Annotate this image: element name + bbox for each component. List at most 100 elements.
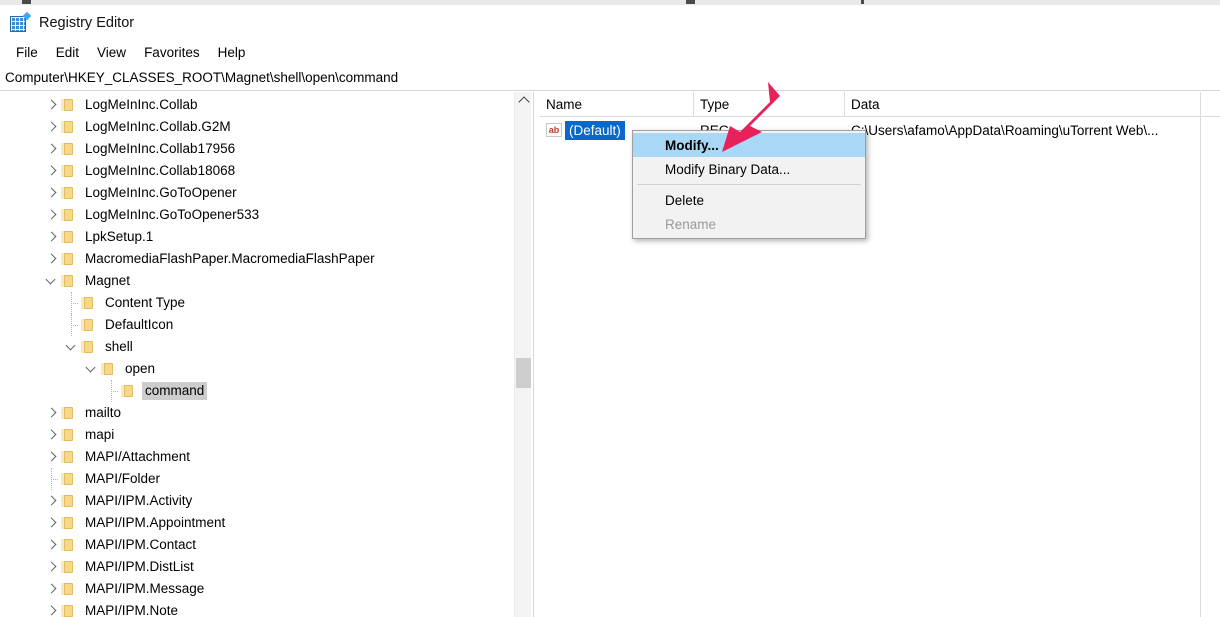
tree-item-defaulticon[interactable]: DefaultIcon [0, 314, 512, 336]
tree-item-label: command [142, 382, 208, 400]
top-edge-mark-2 [686, 0, 695, 4]
address-bar[interactable]: Computer\HKEY_CLASSES_ROOT\Magnet\shell\… [0, 65, 1220, 91]
folder-icon [120, 384, 136, 398]
tree-item-label: DefaultIcon [105, 317, 174, 332]
value-name: (Default) [565, 120, 625, 140]
tree-item-mapi-ipm-contact[interactable]: MAPI/IPM.Contact [0, 534, 512, 556]
folder-icon [60, 450, 76, 464]
tree-item-logmeininc-collab17956[interactable]: LogMeInInc.Collab17956 [0, 138, 512, 160]
tree-item-command[interactable]: command [0, 380, 512, 402]
chevron-down-icon[interactable] [84, 358, 100, 380]
context-menu-item-delete[interactable]: Delete [633, 188, 865, 212]
tree-guide [64, 314, 80, 336]
tree-item-mapi-folder[interactable]: MAPI/Folder [0, 468, 512, 490]
tree-item-mailto[interactable]: mailto [0, 402, 512, 424]
chevron-right-icon[interactable] [44, 402, 60, 424]
chevron-right-icon[interactable] [44, 534, 60, 556]
tree-item-label: Magnet [85, 273, 131, 288]
tree-item-open[interactable]: open [0, 358, 512, 380]
scrollbar-thumb[interactable] [516, 358, 531, 388]
tree-scrollbar[interactable] [514, 92, 531, 617]
folder-icon [60, 538, 76, 552]
tree-item-label: MAPI/Folder [85, 471, 161, 486]
folder-icon [60, 494, 76, 508]
folder-icon [60, 274, 76, 288]
chevron-right-icon[interactable] [44, 512, 60, 534]
tree-item-label: LpkSetup.1 [85, 229, 154, 244]
tree-item-logmeininc-collab-g2m[interactable]: LogMeInInc.Collab.G2M [0, 116, 512, 138]
column-header-type[interactable]: Type [694, 92, 845, 116]
folder-icon [60, 560, 76, 574]
folder-icon [60, 230, 76, 244]
menu-view[interactable]: View [88, 43, 135, 62]
tree-item-shell[interactable]: shell [0, 336, 512, 358]
column-header-data[interactable]: Data [845, 92, 1220, 116]
tree-guide [64, 292, 80, 314]
chevron-right-icon[interactable] [44, 490, 60, 512]
chevron-right-icon[interactable] [44, 248, 60, 270]
tree-item-mapi[interactable]: mapi [0, 424, 512, 446]
registry-tree-pane[interactable]: LogMeInInc.Collab LogMeInInc.Collab.G2M Lo… [0, 92, 512, 617]
scroll-up-icon[interactable] [515, 92, 532, 109]
chevron-down-icon[interactable] [64, 336, 80, 358]
chevron-right-icon[interactable] [44, 94, 60, 116]
folder-icon [60, 186, 76, 200]
tree-item-magnet[interactable]: Magnet [0, 270, 512, 292]
chevron-right-icon[interactable] [44, 160, 60, 182]
menu-file[interactable]: File [7, 43, 47, 62]
folder-icon [60, 208, 76, 222]
tree-item-mapi-ipm-message[interactable]: MAPI/IPM.Message [0, 578, 512, 600]
folder-icon [60, 582, 76, 596]
tree-item-mapi-attachment[interactable]: MAPI/Attachment [0, 446, 512, 468]
chevron-right-icon[interactable] [44, 578, 60, 600]
right-edge-divider [1200, 92, 1201, 617]
folder-icon [60, 120, 76, 134]
tree-item-label: MAPI/IPM.Message [85, 581, 205, 596]
tree-item-label: MacromediaFlashPaper.MacromediaFlashPape… [85, 251, 375, 266]
chevron-right-icon[interactable] [44, 116, 60, 138]
tree-item-mapi-ipm-distlist[interactable]: MAPI/IPM.DistList [0, 556, 512, 578]
folder-icon [80, 340, 96, 354]
folder-icon [60, 472, 76, 486]
tree-item-logmeininc-gotoopener533[interactable]: LogMeInInc.GoToOpener533 [0, 204, 512, 226]
tree-item-macromediaflashpaper-macromediaflashpaper[interactable]: MacromediaFlashPaper.MacromediaFlashPape… [0, 248, 512, 270]
tree-item-label: MAPI/IPM.Appointment [85, 515, 226, 530]
chevron-right-icon[interactable] [44, 556, 60, 578]
menu-bar: File Edit View Favorites Help [0, 41, 1220, 64]
tree-item-logmeininc-gotoopener[interactable]: LogMeInInc.GoToOpener [0, 182, 512, 204]
menu-favorites[interactable]: Favorites [135, 43, 209, 62]
pane-splitter[interactable] [533, 92, 534, 617]
folder-icon [80, 318, 96, 332]
chevron-right-icon[interactable] [44, 204, 60, 226]
context-menu[interactable]: Modify... Modify Binary Data... Delete Rena… [632, 130, 866, 239]
chevron-right-icon[interactable] [44, 424, 60, 446]
context-menu-item-modify[interactable]: Modify... [633, 133, 865, 157]
column-header-name[interactable]: Name [540, 92, 694, 116]
tree-item-mapi-ipm-activity[interactable]: MAPI/IPM.Activity [0, 490, 512, 512]
folder-icon [60, 252, 76, 266]
tree-item-logmeininc-collab18068[interactable]: LogMeInInc.Collab18068 [0, 160, 512, 182]
chevron-down-icon[interactable] [44, 270, 60, 292]
tree-item-label: LogMeInInc.Collab17956 [85, 141, 236, 156]
tree-item-mapi-ipm-note[interactable]: MAPI/IPM.Note [0, 600, 512, 617]
registry-icon-grid [10, 16, 26, 32]
top-edge-mark-1 [22, 0, 31, 4]
tree-item-label: open [125, 361, 156, 376]
chevron-right-icon[interactable] [44, 226, 60, 248]
context-menu-item-modify-binary-data[interactable]: Modify Binary Data... [633, 157, 865, 181]
folder-icon [60, 428, 76, 442]
menu-help[interactable]: Help [209, 43, 255, 62]
chevron-right-icon[interactable] [44, 138, 60, 160]
menu-edit[interactable]: Edit [47, 43, 88, 62]
tree-item-logmeininc-collab[interactable]: LogMeInInc.Collab [0, 94, 512, 116]
tree-item-mapi-ipm-appointment[interactable]: MAPI/IPM.Appointment [0, 512, 512, 534]
folder-icon [60, 604, 76, 617]
tree-item-label: mailto [85, 405, 122, 420]
top-edge-mark-3 [861, 0, 864, 4]
chevron-right-icon[interactable] [44, 600, 60, 617]
chevron-right-icon[interactable] [44, 182, 60, 204]
chevron-right-icon[interactable] [44, 446, 60, 468]
tree-item-content-type[interactable]: Content Type [0, 292, 512, 314]
tree-item-lpksetup-1[interactable]: LpkSetup.1 [0, 226, 512, 248]
tree-item-label: MAPI/Attachment [85, 449, 191, 464]
